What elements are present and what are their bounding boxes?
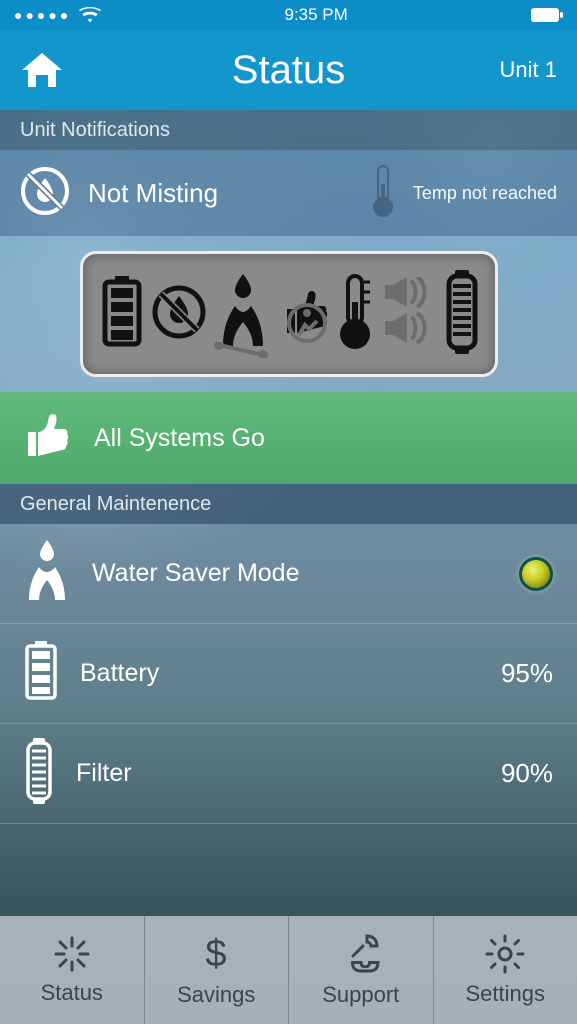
water-saver-label: Water Saver Mode — [92, 559, 519, 588]
tab-settings[interactable]: Settings — [434, 916, 577, 1024]
water-saver-icon — [24, 540, 70, 607]
thermometer-icon — [371, 164, 395, 223]
thumbs-up-icon — [24, 414, 70, 463]
app-header: Status Unit 1 — [0, 30, 577, 110]
tab-bar: Status $ Savings Support Settings — [0, 916, 577, 1024]
filter-label: Filter — [76, 759, 501, 788]
panel-no-mist-icon — [151, 284, 207, 345]
row-water-saver[interactable]: Water Saver Mode — [0, 524, 577, 624]
battery-icon — [531, 8, 563, 22]
panel-thumb-icon — [279, 287, 329, 342]
systems-status-row[interactable]: All Systems Go — [0, 392, 577, 484]
battery-value: 95% — [501, 658, 553, 689]
panel-sound-icon — [381, 277, 435, 352]
panel-filter-icon — [443, 270, 481, 359]
tab-savings-label: Savings — [177, 982, 255, 1008]
wifi-icon — [79, 7, 101, 23]
home-button[interactable] — [20, 50, 64, 90]
water-saver-indicator — [519, 557, 553, 591]
row-battery[interactable]: Battery 95% — [0, 624, 577, 724]
tab-support-label: Support — [322, 982, 399, 1008]
ios-status-bar: ●●●●● 9:35 PM — [0, 0, 577, 30]
tab-savings[interactable]: $ Savings — [145, 916, 290, 1024]
section-notifications-label: Unit Notifications — [0, 110, 577, 150]
signal-dots: ●●●●● — [14, 7, 71, 23]
notification-row-misting[interactable]: Not Misting Temp not reached — [0, 150, 577, 236]
status-icon — [52, 934, 92, 974]
row-filter[interactable]: Filter 90% — [0, 724, 577, 824]
tab-status[interactable]: Status — [0, 916, 145, 1024]
display-panel — [80, 251, 498, 377]
svg-text:$: $ — [206, 933, 227, 975]
systems-label: All Systems Go — [94, 424, 265, 453]
tab-settings-label: Settings — [466, 981, 546, 1007]
support-icon — [339, 932, 383, 976]
battery-label: Battery — [80, 659, 501, 688]
unit-selector[interactable]: Unit 1 — [500, 57, 557, 83]
panel-thermometer-icon — [337, 272, 373, 357]
no-mist-icon — [20, 166, 70, 221]
settings-icon — [484, 933, 526, 975]
filter-value: 90% — [501, 758, 553, 789]
page-title: Status — [0, 48, 577, 93]
tab-support[interactable]: Support — [289, 916, 434, 1024]
temp-status-label: Temp not reached — [413, 183, 557, 204]
misting-label: Not Misting — [88, 178, 371, 209]
savings-icon: $ — [201, 932, 231, 976]
display-panel-wrap — [0, 236, 577, 392]
battery-icon — [24, 641, 58, 706]
tab-status-label: Status — [41, 980, 103, 1006]
section-maintenance-label: General Maintenence — [0, 484, 577, 524]
clock: 9:35 PM — [284, 5, 347, 25]
filter-icon — [24, 738, 54, 809]
panel-battery-icon — [101, 276, 143, 353]
panel-water-saver-icon — [215, 272, 271, 357]
